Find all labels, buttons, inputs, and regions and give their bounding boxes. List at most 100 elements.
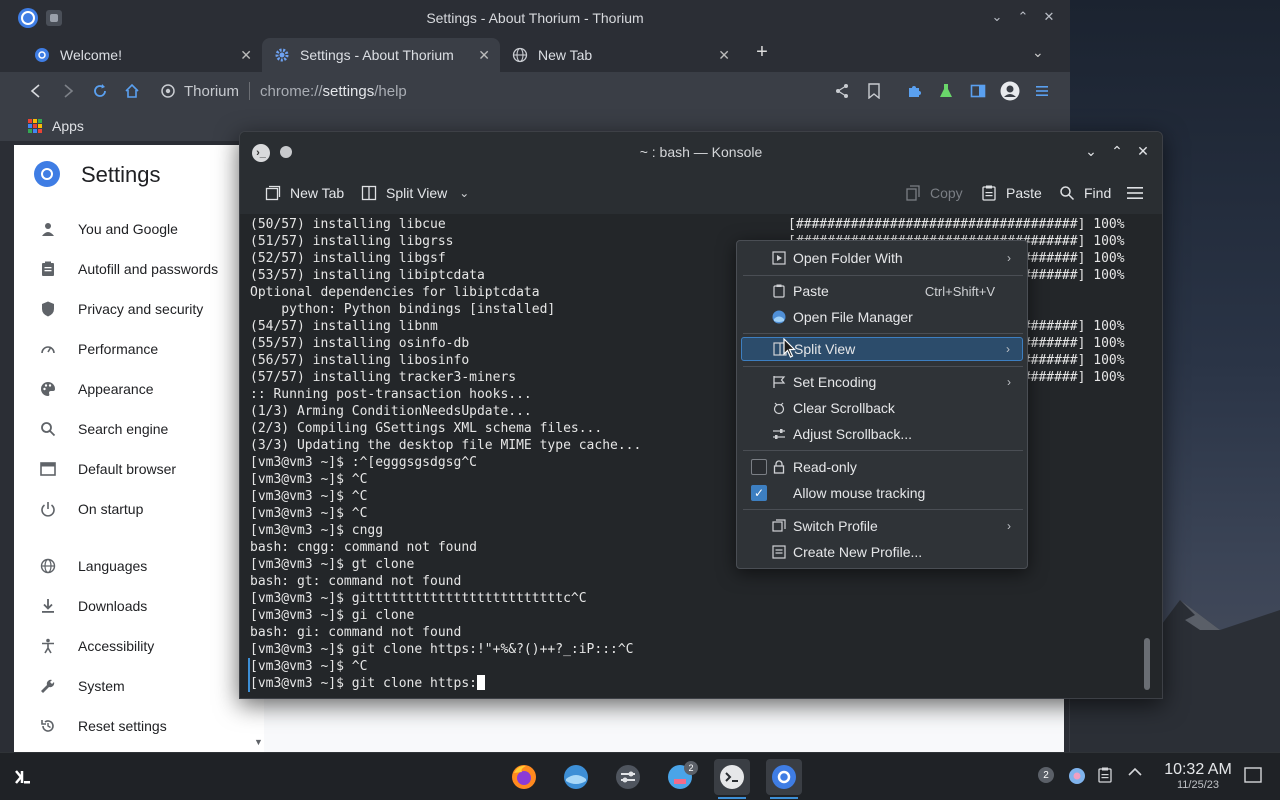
- power-icon: [38, 499, 58, 519]
- terminal-line: [vm3@vm3 ~]$ ^C: [250, 659, 368, 674]
- sidebar-item-appearance[interactable]: Appearance: [38, 377, 154, 401]
- terminal-line: (55/57) installing osinfo-db: [250, 336, 470, 351]
- browser-menu-icon[interactable]: [1032, 81, 1052, 101]
- maximize-icon[interactable]: ⌃: [1014, 8, 1032, 26]
- tab-welcome[interactable]: Welcome! ✕: [22, 38, 262, 72]
- sidebar-item-label: Privacy and security: [78, 301, 204, 317]
- copy-button[interactable]: Copy: [904, 182, 963, 204]
- sidebar-item-accessibility[interactable]: Accessibility: [38, 634, 154, 658]
- taskbar-clock[interactable]: 10:32 AM 11/25/23: [1150, 761, 1246, 791]
- tray-discover-icon[interactable]: [1068, 767, 1086, 785]
- site-info-icon[interactable]: [160, 83, 176, 99]
- menu-item-set-encoding[interactable]: Set Encoding ›: [741, 370, 1023, 394]
- back-icon[interactable]: [26, 81, 46, 101]
- menu-item-label: Create New Profile...: [793, 544, 923, 560]
- tab-close-icon[interactable]: ✕: [240, 47, 252, 64]
- terminal-line: (53/57) installing libiptcdata: [250, 268, 485, 283]
- menu-item-label: Open Folder With: [793, 250, 903, 266]
- konsole-titlebar: ›_ ~ : bash — Konsole ⌄ ⌃ ✕: [240, 132, 1162, 172]
- allow-mouse-tracking-checkbox[interactable]: ✓: [751, 485, 767, 501]
- taskbar-thorium[interactable]: [766, 759, 802, 799]
- forward-icon[interactable]: [58, 81, 78, 101]
- menu-item-clear-scrollback[interactable]: Clear Scrollback: [741, 396, 1023, 420]
- chevron-right-icon: ›: [1007, 251, 1011, 265]
- menu-item-create-new-profile[interactable]: Create New Profile...: [741, 540, 1023, 564]
- new-tab-button[interactable]: New Tab: [264, 182, 344, 204]
- split-view-button[interactable]: Split View ⌄: [360, 182, 469, 204]
- menu-item-allow-mouse-tracking[interactable]: ✓ Allow mouse tracking: [741, 481, 1023, 505]
- sidebar-item-default-browser[interactable]: Default browser: [38, 457, 176, 481]
- tray-clipboard-icon[interactable]: [1098, 767, 1112, 783]
- taskbar-firefox[interactable]: [506, 759, 542, 795]
- taskbar-konsole[interactable]: [714, 759, 750, 799]
- terminal-line: (57/57) installing tracker3-miners: [250, 370, 517, 385]
- sidebar-item-you-and-google[interactable]: You and Google: [38, 217, 178, 241]
- flask-extension-icon[interactable]: [936, 81, 956, 101]
- terminal-line: bash: gt: command not found: [250, 574, 462, 589]
- application-launcher[interactable]: [4, 759, 40, 795]
- sidebar-item-search-engine[interactable]: Search engine: [38, 417, 168, 441]
- mouse-cursor-icon: [783, 338, 796, 358]
- address-bar[interactable]: Thorium chrome://settings/help: [160, 76, 820, 106]
- paste-button[interactable]: Paste: [980, 182, 1042, 204]
- minimize-icon[interactable]: ⌄: [988, 8, 1006, 26]
- bookmark-icon[interactable]: [864, 81, 884, 101]
- menu-item-label: Read-only: [793, 459, 857, 475]
- sidebar-item-label: Search engine: [78, 421, 169, 437]
- tray-notification-count[interactable]: 2: [1038, 767, 1054, 783]
- tab-new-tab[interactable]: New Tab ✕: [500, 38, 740, 72]
- sidebar-item-autofill[interactable]: Autofill and passwords: [38, 257, 218, 281]
- hamburger-menu-button[interactable]: [1126, 182, 1152, 204]
- tray-expand-chevron-up-icon[interactable]: [1128, 767, 1142, 777]
- close-icon[interactable]: ✕: [1040, 8, 1058, 26]
- terminal-line: (54/57) installing libnm: [250, 319, 438, 334]
- menu-item-open-folder-with[interactable]: Open Folder With ›: [741, 246, 1023, 270]
- profile-avatar-icon[interactable]: [1000, 81, 1020, 101]
- sidebar-item-performance[interactable]: Performance: [38, 337, 158, 361]
- find-button[interactable]: Find: [1058, 182, 1111, 204]
- terminal-line: [vm3@vm3 ~]$ gittttttttttttttttttttttttt…: [250, 591, 587, 606]
- minimize-icon[interactable]: ⌄: [1082, 142, 1100, 160]
- sidebar-item-system[interactable]: System: [38, 674, 125, 698]
- sidebar-item-reset-settings[interactable]: Reset settings: [38, 714, 167, 738]
- tab-search-chevron-icon[interactable]: ⌄: [1032, 44, 1044, 61]
- taskbar-discover-shop[interactable]: 2: [662, 759, 698, 795]
- terminal-scrollbar[interactable]: [1144, 638, 1150, 690]
- sidebar-scroll-down-icon[interactable]: ▼: [254, 737, 263, 747]
- sidebar-item-downloads[interactable]: Downloads: [38, 594, 147, 618]
- extension-puzzle-icon[interactable]: [904, 81, 924, 101]
- new-tab-icon: [264, 184, 282, 202]
- tab-settings-about[interactable]: Settings - About Thorium ✕: [262, 38, 500, 72]
- menu-item-shortcut: Ctrl+Shift+V: [924, 283, 995, 299]
- sidebar-item-privacy[interactable]: Privacy and security: [38, 297, 203, 321]
- tab-close-icon[interactable]: ✕: [478, 47, 490, 64]
- konsole-context-menu: Open Folder With › Paste Ctrl+Shift+V Op…: [736, 240, 1028, 569]
- menu-item-switch-profile[interactable]: Switch Profile ›: [741, 514, 1023, 538]
- close-icon[interactable]: ✕: [1134, 142, 1152, 160]
- settings-logo-icon: [34, 161, 60, 187]
- menu-item-open-file-manager[interactable]: Open File Manager: [741, 305, 1023, 329]
- read-only-checkbox[interactable]: [751, 459, 767, 475]
- menu-item-adjust-scrollback[interactable]: Adjust Scrollback...: [741, 422, 1023, 446]
- terminal-line: (51/57) installing libgrss: [250, 234, 454, 249]
- show-desktop-icon[interactable]: [1244, 767, 1262, 783]
- reload-icon[interactable]: [90, 81, 110, 101]
- maximize-icon[interactable]: ⌃: [1108, 142, 1126, 160]
- home-icon[interactable]: [122, 81, 142, 101]
- share-icon[interactable]: [832, 81, 852, 101]
- sidebar-item-label: Reset settings: [78, 718, 167, 734]
- menu-item-read-only[interactable]: Read-only: [741, 455, 1023, 479]
- menu-item-paste[interactable]: Paste Ctrl+Shift+V: [741, 279, 1023, 303]
- apps-bookmark[interactable]: Apps: [28, 118, 84, 134]
- sidebar-item-languages[interactable]: Languages: [38, 554, 147, 578]
- taskbar-settings[interactable]: [610, 759, 646, 795]
- sidebar-item-on-startup[interactable]: On startup: [38, 497, 143, 521]
- sidebar-item-label: Languages: [78, 558, 148, 574]
- new-tab-plus-icon[interactable]: +: [752, 42, 772, 62]
- tab-close-icon[interactable]: ✕: [718, 47, 730, 64]
- thorium-favicon-icon: [34, 47, 50, 63]
- side-panel-icon[interactable]: [968, 81, 988, 101]
- new-tab-label: New Tab: [290, 185, 345, 201]
- reset-icon: [38, 716, 58, 736]
- taskbar-dolphin[interactable]: [558, 759, 594, 795]
